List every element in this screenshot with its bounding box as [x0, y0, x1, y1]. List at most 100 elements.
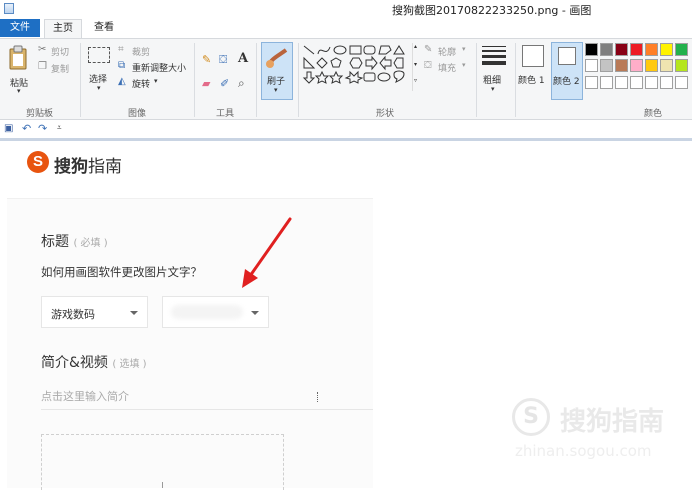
color-2-button[interactable]: 颜色 2 [551, 42, 583, 100]
divider [515, 43, 516, 117]
palette-row-3 [585, 76, 688, 89]
undo-icon[interactable]: ↶ [22, 122, 31, 135]
color-swatch[interactable] [630, 59, 643, 72]
rotate-icon: ◭ [118, 76, 126, 87]
scroll-up-icon[interactable]: ▴ [414, 43, 417, 50]
scissors-icon: ✂ [38, 44, 47, 55]
divider [194, 43, 195, 117]
text-tool-icon[interactable]: A [238, 51, 248, 66]
cut-label: 剪切 [51, 48, 70, 58]
color-1-button[interactable]: 颜色 1 [518, 43, 550, 99]
customize-qat-icon[interactable]: ⩡ [57, 123, 62, 133]
color-swatch[interactable] [615, 43, 628, 56]
magnifier-icon[interactable]: ⌕ [238, 76, 245, 91]
shapes-scrollbar[interactable]: ▴ ▾ ▿ [412, 43, 420, 91]
rotate-button[interactable]: ◭ 旋转 ▾ [118, 76, 168, 90]
video-upload-box[interactable] [41, 434, 284, 490]
color-2-swatch [558, 47, 576, 65]
scroll-down-icon[interactable]: ▾ [414, 61, 417, 68]
subcategory-select[interactable] [162, 296, 269, 328]
color-swatch[interactable] [660, 43, 673, 56]
color-swatch[interactable] [585, 76, 598, 89]
fill-bucket-icon[interactable]: ⛋ [219, 53, 227, 67]
pencil-icon[interactable]: ✎ [202, 53, 211, 66]
color-swatch[interactable] [600, 59, 613, 72]
outline-button[interactable]: ✎ 轮廓 ▾ [424, 44, 472, 58]
title-label: 标题 [41, 234, 69, 250]
color-swatch[interactable] [585, 43, 598, 56]
selection-rect-icon [88, 47, 110, 63]
paint-app-icon[interactable] [4, 3, 14, 14]
category-select[interactable]: 游戏数码 [41, 296, 148, 328]
size-button[interactable]: 粗细 ▾ [480, 43, 510, 99]
red-arrow-annotation [242, 217, 292, 288]
color-swatch[interactable] [660, 76, 673, 89]
color-swatch[interactable] [645, 59, 658, 72]
color-swatch[interactable] [675, 43, 688, 56]
cut-button[interactable]: ✂ 剪切 [38, 44, 78, 58]
select-dropdown-icon[interactable]: ▾ [97, 84, 101, 92]
color-picker-icon[interactable]: ✐ [220, 77, 229, 90]
logo-text-guide: 指南 [88, 157, 122, 177]
resize-button[interactable]: ⧉ 重新调整大小 [118, 60, 190, 74]
canvas[interactable]: S 搜狗指南 标题 ( 必填 ) 如何用画图软件更改图片文字？ 游戏数码 简介&… [0, 138, 692, 490]
colors-group-label: 颜色 [644, 109, 663, 119]
color-swatch[interactable] [630, 76, 643, 89]
plus-icon [162, 482, 163, 488]
palette-row-2 [585, 59, 688, 72]
window-title: 搜狗截图20170822233250.png - 画图 [392, 4, 592, 17]
ribbon-tabs: 文件 主页 查看 [0, 18, 692, 38]
color-swatch[interactable] [645, 43, 658, 56]
watermark-text: 搜狗指南 [560, 407, 665, 437]
color-palette[interactable] [585, 43, 692, 97]
title-bar: 搜狗截图20170822233250.png - 画图 [0, 0, 692, 18]
paste-button[interactable]: 粘贴 ▾ [6, 43, 32, 97]
copy-button[interactable]: ❐ 复制 [38, 61, 78, 75]
save-icon[interactable]: ▣ [4, 123, 13, 134]
color-swatch[interactable] [615, 76, 628, 89]
clipboard-group-label: 剪贴板 [26, 109, 54, 119]
clipboard-icon [9, 45, 27, 70]
fill-label: 填充 [438, 64, 457, 74]
color-swatch[interactable] [660, 59, 673, 72]
text-cursor-icon [317, 392, 318, 402]
question-text: 如何用画图软件更改图片文字？ [41, 265, 202, 279]
select-button[interactable]: 选择 ▾ [86, 45, 114, 97]
copy-label: 复制 [51, 65, 70, 75]
canvas-border [0, 138, 692, 141]
tab-home[interactable]: 主页 [44, 19, 82, 38]
color-swatch[interactable] [600, 76, 613, 89]
color-swatch[interactable] [675, 59, 688, 72]
intro-label: 简介&视频 [41, 355, 108, 371]
color-swatch[interactable] [600, 43, 613, 56]
brushes-dropdown-icon: ▾ [274, 86, 278, 94]
color-2-label: 颜色 2 [553, 77, 580, 87]
color-swatch[interactable] [585, 59, 598, 72]
tab-view[interactable]: 查看 [86, 19, 122, 37]
crop-button[interactable]: ⌗ 裁剪 [118, 44, 168, 58]
tab-file[interactable]: 文件 [0, 19, 40, 37]
scroll-more-icon[interactable]: ▿ [414, 77, 417, 84]
eraser-icon[interactable]: ▰ [202, 77, 210, 90]
paste-dropdown-icon[interactable]: ▾ [17, 87, 21, 95]
tools-group-label: 工具 [216, 109, 235, 119]
intro-input[interactable]: 点击这里输入简介 [41, 386, 373, 410]
rotate-dropdown-icon: ▾ [154, 77, 158, 85]
resize-icon: ⧉ [118, 60, 126, 71]
color-swatch[interactable] [630, 43, 643, 56]
color-1-label: 颜色 1 [518, 76, 545, 86]
divider [256, 43, 257, 117]
size-dropdown-icon: ▾ [491, 85, 495, 93]
shapes-gallery[interactable] [302, 44, 414, 90]
redo-icon[interactable]: ↷ [38, 122, 47, 135]
divider [298, 43, 299, 117]
copy-icon: ❐ [38, 61, 47, 72]
logo-text-brand: 搜狗 [54, 157, 88, 177]
color-swatch[interactable] [615, 59, 628, 72]
color-swatch[interactable] [675, 76, 688, 89]
required-hint: ( 必填 ) [73, 238, 108, 249]
brushes-button[interactable]: 刷子 ▾ [261, 42, 293, 100]
crop-icon: ⌗ [118, 44, 124, 55]
fill-button[interactable]: ⛋ 填充 ▾ [424, 60, 472, 74]
color-swatch[interactable] [645, 76, 658, 89]
